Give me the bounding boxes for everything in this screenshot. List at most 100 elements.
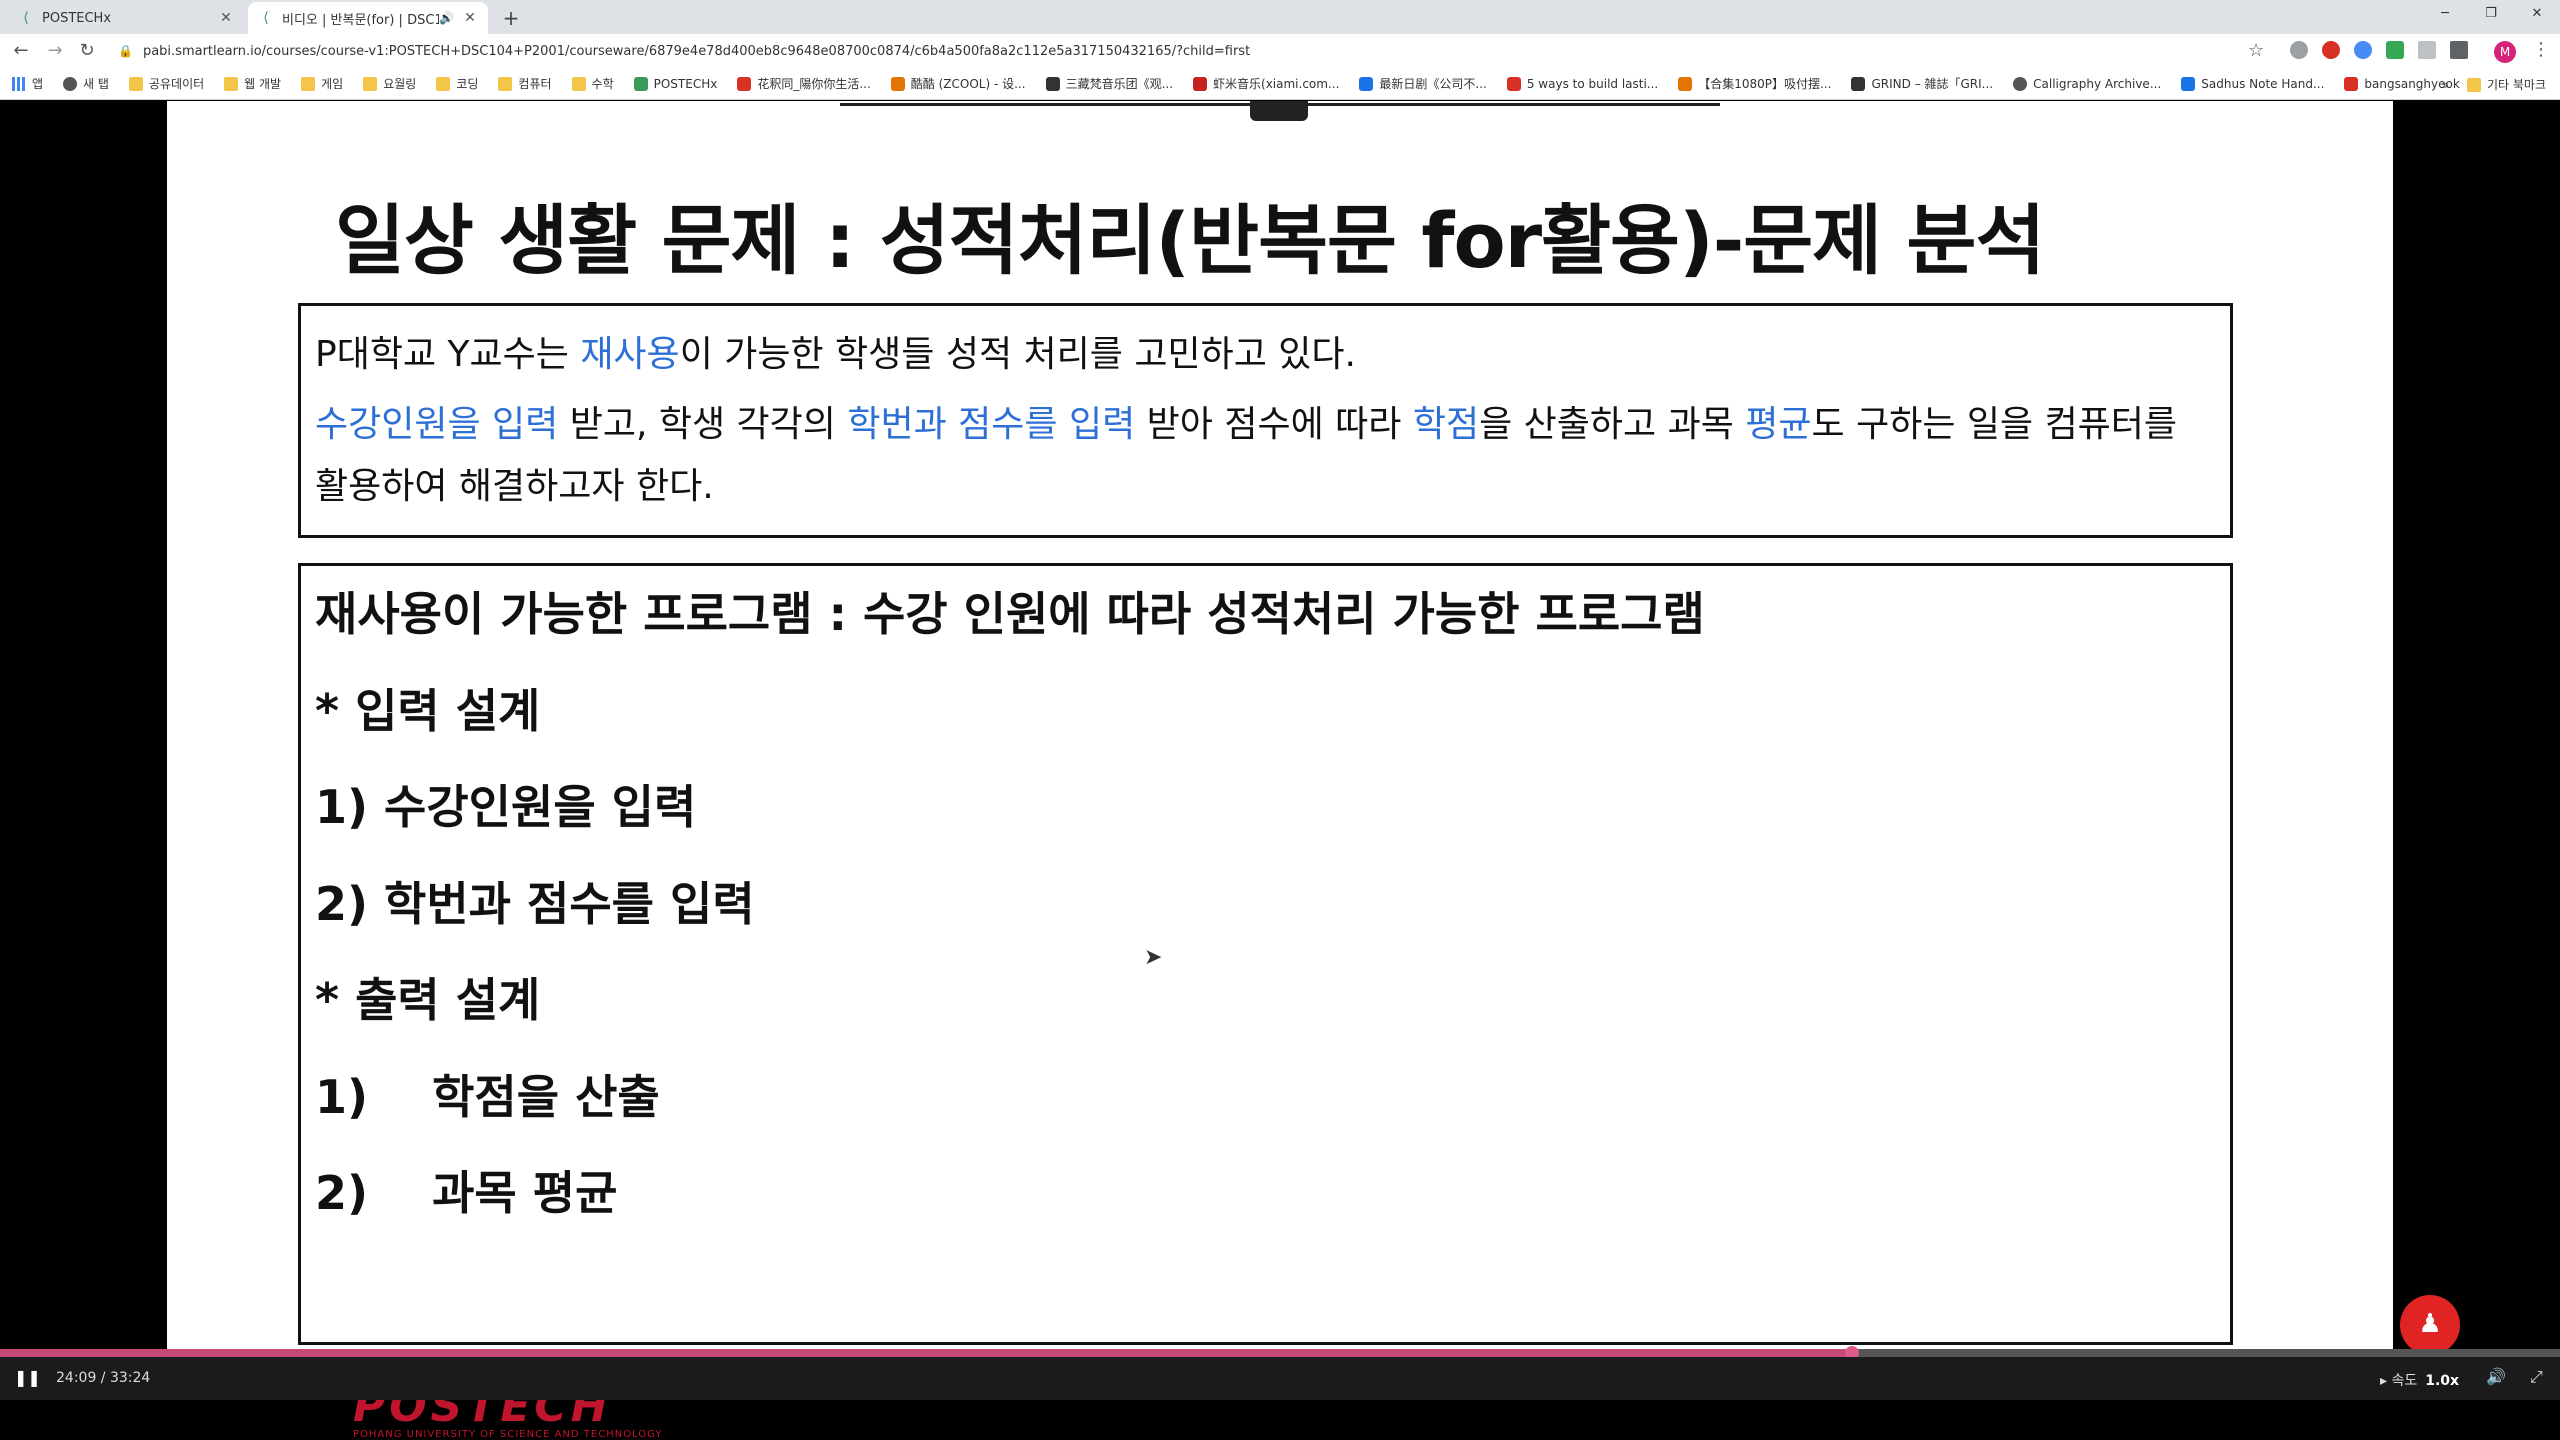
- bookmark-item[interactable]: 三藏梵音乐团《观...: [1045, 75, 1173, 92]
- folder-icon: [2466, 77, 2481, 92]
- restore-button[interactable]: ❐: [2468, 0, 2514, 30]
- text: 이 가능한 학생들 성적 처리를 고민하고 있다.: [679, 334, 1356, 375]
- bookmark-label: 수학: [591, 77, 614, 91]
- bookmark-label: 5 ways to build lasti...: [1526, 76, 1659, 91]
- postech-icon: [633, 76, 648, 91]
- bookmark-label: POSTECHx: [653, 76, 718, 91]
- tab-video-active[interactable]: ⟨ 비디오 | 반복문(for) | DSC10 🔊 ✕: [248, 2, 488, 34]
- bookmark-item[interactable]: Sadhus Note Hand...: [2181, 76, 2324, 91]
- input-design-heading: * 입력 설계: [315, 683, 541, 738]
- reader-extension-icon[interactable]: [2418, 41, 2436, 59]
- bookmark-item[interactable]: 【合集1080P】吸付摆...: [1678, 75, 1831, 92]
- bookmark-item[interactable]: Calligraphy Archive...: [2013, 76, 2161, 91]
- bookmark-item[interactable]: GRIND – 雑誌「GRI...: [1851, 75, 1993, 92]
- output-design-heading: * 출력 설계: [315, 973, 541, 1027]
- cloud-extension-icon[interactable]: [2290, 41, 2308, 59]
- design-heading: 재사용이 가능한 프로그램 : 수강 인원에 따라 성적처리 가능한 프로그램: [315, 587, 1705, 641]
- bookmark-item[interactable]: 5 ways to build lasti...: [1506, 76, 1659, 91]
- bookmark-label: 컴퓨터: [518, 77, 552, 91]
- tab-title: POSTECHx: [42, 10, 112, 26]
- site-icon: [1359, 76, 1374, 91]
- volume-icon[interactable]: 🔊: [2486, 1367, 2506, 1386]
- bookmark-label: 공유데이터: [148, 77, 205, 91]
- site-icon: [737, 76, 752, 91]
- bookmark-label: 게임: [321, 77, 344, 91]
- highlight-average: 평균: [1745, 404, 1812, 445]
- bookmark-item[interactable]: 앱: [12, 75, 43, 92]
- tab-close-icon[interactable]: ✕: [462, 10, 478, 26]
- apps-grid-icon: [12, 76, 26, 91]
- bookmark-item[interactable]: 요월링: [363, 75, 416, 92]
- video-progress-bar[interactable]: [0, 1346, 2560, 1360]
- bookmark-label: 요월링: [383, 77, 417, 91]
- bookmark-item[interactable]: 새 탭: [63, 75, 109, 92]
- assistant-person-icon[interactable]: ♟: [2400, 1295, 2460, 1355]
- more-bookmarks-button[interactable]: »: [2442, 78, 2449, 92]
- tab-title: 비디오 | 반복문(for) | DSC10: [282, 12, 440, 28]
- bookmark-item[interactable]: 酷酷 (ZCOOL) - 设...: [890, 75, 1026, 92]
- problem-description-box: P대학교 Y교수는 재사용이 가능한 학생들 성적 처리를 고민하고 있다. 수…: [298, 303, 2233, 538]
- player-controls: ❚❚ 24:09 / 33:24 ▸ 속도 1.0x 🔊 ⤢: [0, 1357, 2560, 1400]
- pause-icon[interactable]: ❚❚: [14, 1368, 41, 1387]
- bookmark-label: 酷酷 (ZCOOL) - 设...: [910, 77, 1026, 91]
- postech-favicon-icon: ⟨: [23, 10, 29, 26]
- problem-line-2: 수강인원을 입력 받고, 학생 각각의 학번과 점수를 입력 받아 점수에 따라…: [315, 394, 2216, 518]
- bookmark-item[interactable]: 花釈同_陽你你生活...: [737, 75, 871, 92]
- input-item-2: 2) 학번과 점수를 입력: [315, 876, 755, 931]
- bookmark-item[interactable]: POSTECHx: [633, 76, 718, 91]
- bookmark-item[interactable]: 코딩: [436, 75, 478, 92]
- logo-subtitle: POHANG UNIVERSITY OF SCIENCE AND TECHNOL…: [353, 1429, 663, 1440]
- folder-icon: [498, 76, 513, 91]
- back-arrow-icon[interactable]: ←: [10, 40, 32, 62]
- site-icon: [1678, 76, 1693, 91]
- fullscreen-icon[interactable]: ⤢: [2530, 1367, 2543, 1387]
- bookmark-item[interactable]: 웹 개발: [224, 75, 281, 92]
- bookmark-item[interactable]: 컴퓨터: [498, 75, 552, 92]
- bookmark-label: 花釈同_陽你你生活...: [757, 77, 871, 91]
- site-icon: [1851, 76, 1866, 91]
- tab-postechx[interactable]: ⟨ POSTECHx ✕: [8, 2, 244, 34]
- bookmark-star-icon[interactable]: ☆: [2248, 40, 2264, 61]
- output-item-1: 1) 학점을 산출: [315, 1069, 660, 1124]
- bookmarks-bar: 앱 새 탭 공유데이터 웹 개발 게임 요월링 코딩 컴퓨터 수학 POSTECHx 花釈同_陽你你…: [0, 68, 2560, 100]
- red-extension-icon[interactable]: [2322, 41, 2340, 59]
- minimize-button[interactable]: ─: [2422, 0, 2468, 30]
- bookmark-item[interactable]: 수학: [571, 75, 614, 92]
- tab-close-icon[interactable]: ✕: [218, 10, 234, 26]
- speaker-icon[interactable]: 🔊: [439, 11, 454, 25]
- shield-extension-icon[interactable]: [2386, 41, 2404, 59]
- time-display: 24:09 / 33:24: [56, 1370, 151, 1386]
- bookmark-label: GRIND – 雑誌「GRI...: [1871, 77, 1994, 91]
- site-icon: [890, 76, 905, 91]
- bookmark-item[interactable]: 게임: [301, 75, 343, 92]
- new-tab-button[interactable]: +: [500, 6, 522, 30]
- mouse-cursor-icon: ➤: [1144, 945, 1163, 970]
- forward-arrow-icon[interactable]: →: [44, 40, 66, 62]
- folder-icon: [363, 76, 378, 91]
- input-item-1: 1) 수강인원을 입력: [315, 780, 697, 834]
- other-bookmarks-label[interactable]: 기타 북마크: [2487, 76, 2546, 93]
- folder-icon: [436, 76, 451, 91]
- bookmark-item[interactable]: 最新日剧《公司不...: [1359, 75, 1487, 92]
- extension-icons: [2290, 41, 2468, 59]
- bookmark-item[interactable]: 공유데이터: [128, 75, 205, 92]
- site-icon: [2181, 76, 2196, 91]
- bookmark-label: 코딩: [456, 77, 479, 91]
- lecture-slide: 일상 생활 문제 : 성적처리(반복문 for활용)-문제 분석 P대학교 Y교…: [167, 101, 2460, 1440]
- speed-value: 1.0x: [2425, 1373, 2460, 1389]
- menu-dots-icon[interactable]: ⋮: [2532, 39, 2550, 60]
- window-controls: ─ ❐ ✕: [2422, 0, 2560, 30]
- speed-label: 속도: [2391, 1373, 2418, 1389]
- media-control-icon[interactable]: [2450, 41, 2468, 59]
- reload-icon[interactable]: ↻: [76, 40, 98, 62]
- profile-avatar[interactable]: M: [2494, 41, 2516, 63]
- site-icon: [1193, 76, 1208, 91]
- highlight-enrollment-input: 수강인원을 입력: [315, 404, 559, 445]
- output-item-2: 2) 과목 평균: [315, 1166, 618, 1220]
- bookmark-item[interactable]: 虾米音乐(xiami.com...: [1193, 75, 1339, 92]
- close-window-button[interactable]: ✕: [2514, 0, 2560, 30]
- blue-extension-icon[interactable]: [2354, 41, 2372, 59]
- speed-control[interactable]: ▸ 속도 1.0x: [2380, 1370, 2459, 1390]
- address-bar[interactable]: 🔒 pabi.smartlearn.io/courses/course-v1:P…: [118, 38, 2268, 64]
- problem-line-1: P대학교 Y교수는 재사용이 가능한 학생들 성적 처리를 고민하고 있다.: [315, 324, 2216, 386]
